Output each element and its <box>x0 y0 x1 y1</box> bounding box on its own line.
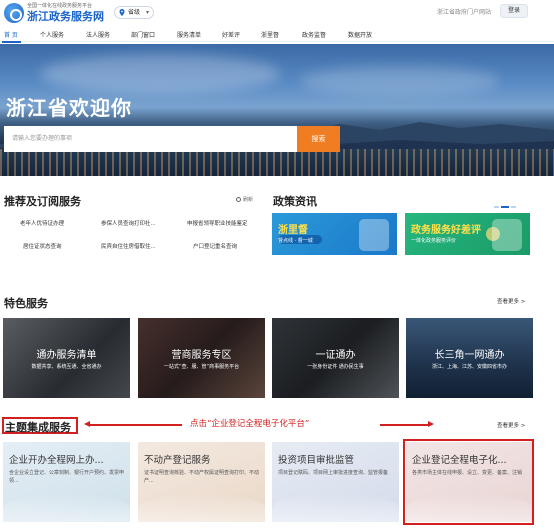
topic-card-desc: 证书证明查询核验、不动产权属证明查询打印、不动产... <box>144 470 260 484</box>
logo-title[interactable]: 浙江政务服务网 <box>27 8 104 24</box>
nav-item-legal[interactable]: 法人服务 <box>86 30 110 39</box>
featured-card[interactable]: 通办服务清单 数据共享、系统互通、全省通办 <box>3 318 130 398</box>
featured-more-link[interactable]: 查看更多 > <box>497 297 525 305</box>
topic-card[interactable]: 不动产登记服务 证书证明查询核验、不动产权属证明查询打印、不动产... <box>138 442 265 522</box>
hero-cloud <box>300 66 500 96</box>
refresh-button[interactable]: 刷新 <box>236 196 253 203</box>
hero-title: 浙江省欢迎你 <box>6 96 132 120</box>
login-button[interactable]: 登录 <box>500 4 528 18</box>
topic-card[interactable]: 投资项目审批监管 项目登记赋码、项目网上审批进度查询、监管报备 <box>272 442 399 522</box>
annotation-arrow-line <box>380 424 428 426</box>
featured-card-title: 长三角一网通办 <box>434 350 505 361</box>
nav-item-zhelidu[interactable]: 浙里督 <box>261 30 279 39</box>
service-link[interactable]: 户口登记重名查询 <box>193 242 237 250</box>
featured-card[interactable]: 长三角一网通办 浙江、上海、江苏、安徽四省市办 <box>406 318 533 398</box>
search-input[interactable]: 请输入您要办理的事项 <box>4 126 297 152</box>
featured-card-title: 营商服务专区 <box>171 350 232 361</box>
location-pin-icon <box>119 9 125 16</box>
nav-item-open-data[interactable]: 数据开放 <box>348 30 372 39</box>
search-button[interactable]: 搜索 <box>297 126 340 152</box>
topic-card[interactable]: 企业开办全程网上办... 含企业设立登记、公章刻制、银行开户预约、发票申领... <box>3 442 130 522</box>
region-selector[interactable]: 省级 ▾ <box>114 6 154 19</box>
news-card-zhelidu[interactable]: 浙里督 督点线 · 督一城 <box>272 213 397 255</box>
nav-item-supervision[interactable]: 政务监督 <box>302 30 326 39</box>
topics-title: 主题集成服务 <box>5 421 71 434</box>
news-title: 政策资讯 <box>273 195 317 208</box>
news-card-heading: 浙里督 <box>278 225 308 236</box>
service-link[interactable]: 居住证状态查询 <box>23 242 62 250</box>
nav-item-departments[interactable]: 部门窗口 <box>131 30 155 39</box>
topic-card-title: 不动产登记服务 <box>144 455 211 466</box>
featured-card-title: 一证通办 <box>315 350 356 361</box>
service-link[interactable]: 民宾自住住房借取住... <box>101 242 156 250</box>
featured-card[interactable]: 一证通办 一张身份证件 通办民生事 <box>272 318 399 398</box>
phone-illustration-icon <box>492 219 522 251</box>
topic-card-desc: 含企业设立登记、公章刻制、银行开户预约、发票申领... <box>9 470 125 484</box>
refresh-label: 刷新 <box>243 197 254 203</box>
service-link[interactable]: 申报省领导职业技能鉴定 <box>187 219 248 227</box>
phone-illustration-icon <box>359 219 389 251</box>
topic-card-title: 企业开办全程网上办... <box>9 455 104 466</box>
annotation-box-enterprise-card <box>403 439 534 525</box>
hero-city-lights <box>0 149 554 176</box>
site-logo-icon[interactable] <box>4 3 24 23</box>
refresh-icon <box>236 197 241 202</box>
featured-card-subtitle: 浙江、上海、江苏、安徽四省市办 <box>431 364 507 370</box>
hero-cloud <box>40 54 280 94</box>
portal-link[interactable]: 浙江省政府门户网站 <box>437 7 491 16</box>
news-card-subtitle: 督点线 · 督一城 <box>278 238 313 244</box>
service-link[interactable]: 老年人优待证办理 <box>20 219 64 227</box>
featured-title: 特色服务 <box>4 297 48 310</box>
topic-card-desc: 项目登记赋码、项目网上审批进度查询、监管报备 <box>278 470 389 476</box>
topic-card-title: 投资项目审批监管 <box>278 455 355 466</box>
nav-item-personal[interactable]: 个人服务 <box>40 30 64 39</box>
annotation-arrow-line <box>90 424 182 426</box>
nav-active-indicator <box>2 41 21 43</box>
featured-card-title: 通办服务清单 <box>36 350 97 361</box>
nav-item-rating[interactable]: 好差评 <box>222 30 240 39</box>
featured-card[interactable]: 营商服务专区 一站式“查、服、管”商事服务平台 <box>138 318 265 398</box>
topics-more-link[interactable]: 查看更多 > <box>497 421 525 429</box>
news-card-rating[interactable]: 政务服务好差评 一体化政务服务评价 <box>405 213 530 255</box>
featured-card-subtitle: 数据共享、系统互通、全省通办 <box>31 364 102 370</box>
region-label: 省级 <box>128 9 141 16</box>
featured-card-subtitle: 一站式“查、服、管”商事服务平台 <box>163 364 240 370</box>
service-link[interactable]: 参保人员查询打印社... <box>101 219 156 227</box>
news-card-subtitle: 一体化政务服务评价 <box>411 238 457 244</box>
main-nav: 首 页 个人服务 法人服务 部门窗口 服务清单 好差评 浙里督 政务监督 数据开… <box>0 28 554 42</box>
chevron-down-icon: ▾ <box>145 9 149 16</box>
recommend-title: 推荐及订阅服务 <box>4 195 81 208</box>
annotation-text: 点击“企业登记全程电子化平台” <box>190 419 310 429</box>
nav-item-service-list[interactable]: 服务清单 <box>177 30 201 39</box>
carousel-indicator[interactable] <box>494 202 528 208</box>
nav-item-home[interactable]: 首 页 <box>4 30 18 39</box>
top-bar: 全国一体化在线政务服务平台 浙江政务服务网 省级 ▾ 浙江省政府门户网站 登录 <box>0 0 554 26</box>
news-card-heading: 政务服务好差评 <box>411 225 481 236</box>
annotation-arrow-right-icon <box>428 421 434 427</box>
hero-banner: 浙江省欢迎你 请输入您要办理的事项 搜索 <box>0 44 554 176</box>
featured-card-subtitle: 一张身份证件 通办民生事 <box>307 364 364 370</box>
